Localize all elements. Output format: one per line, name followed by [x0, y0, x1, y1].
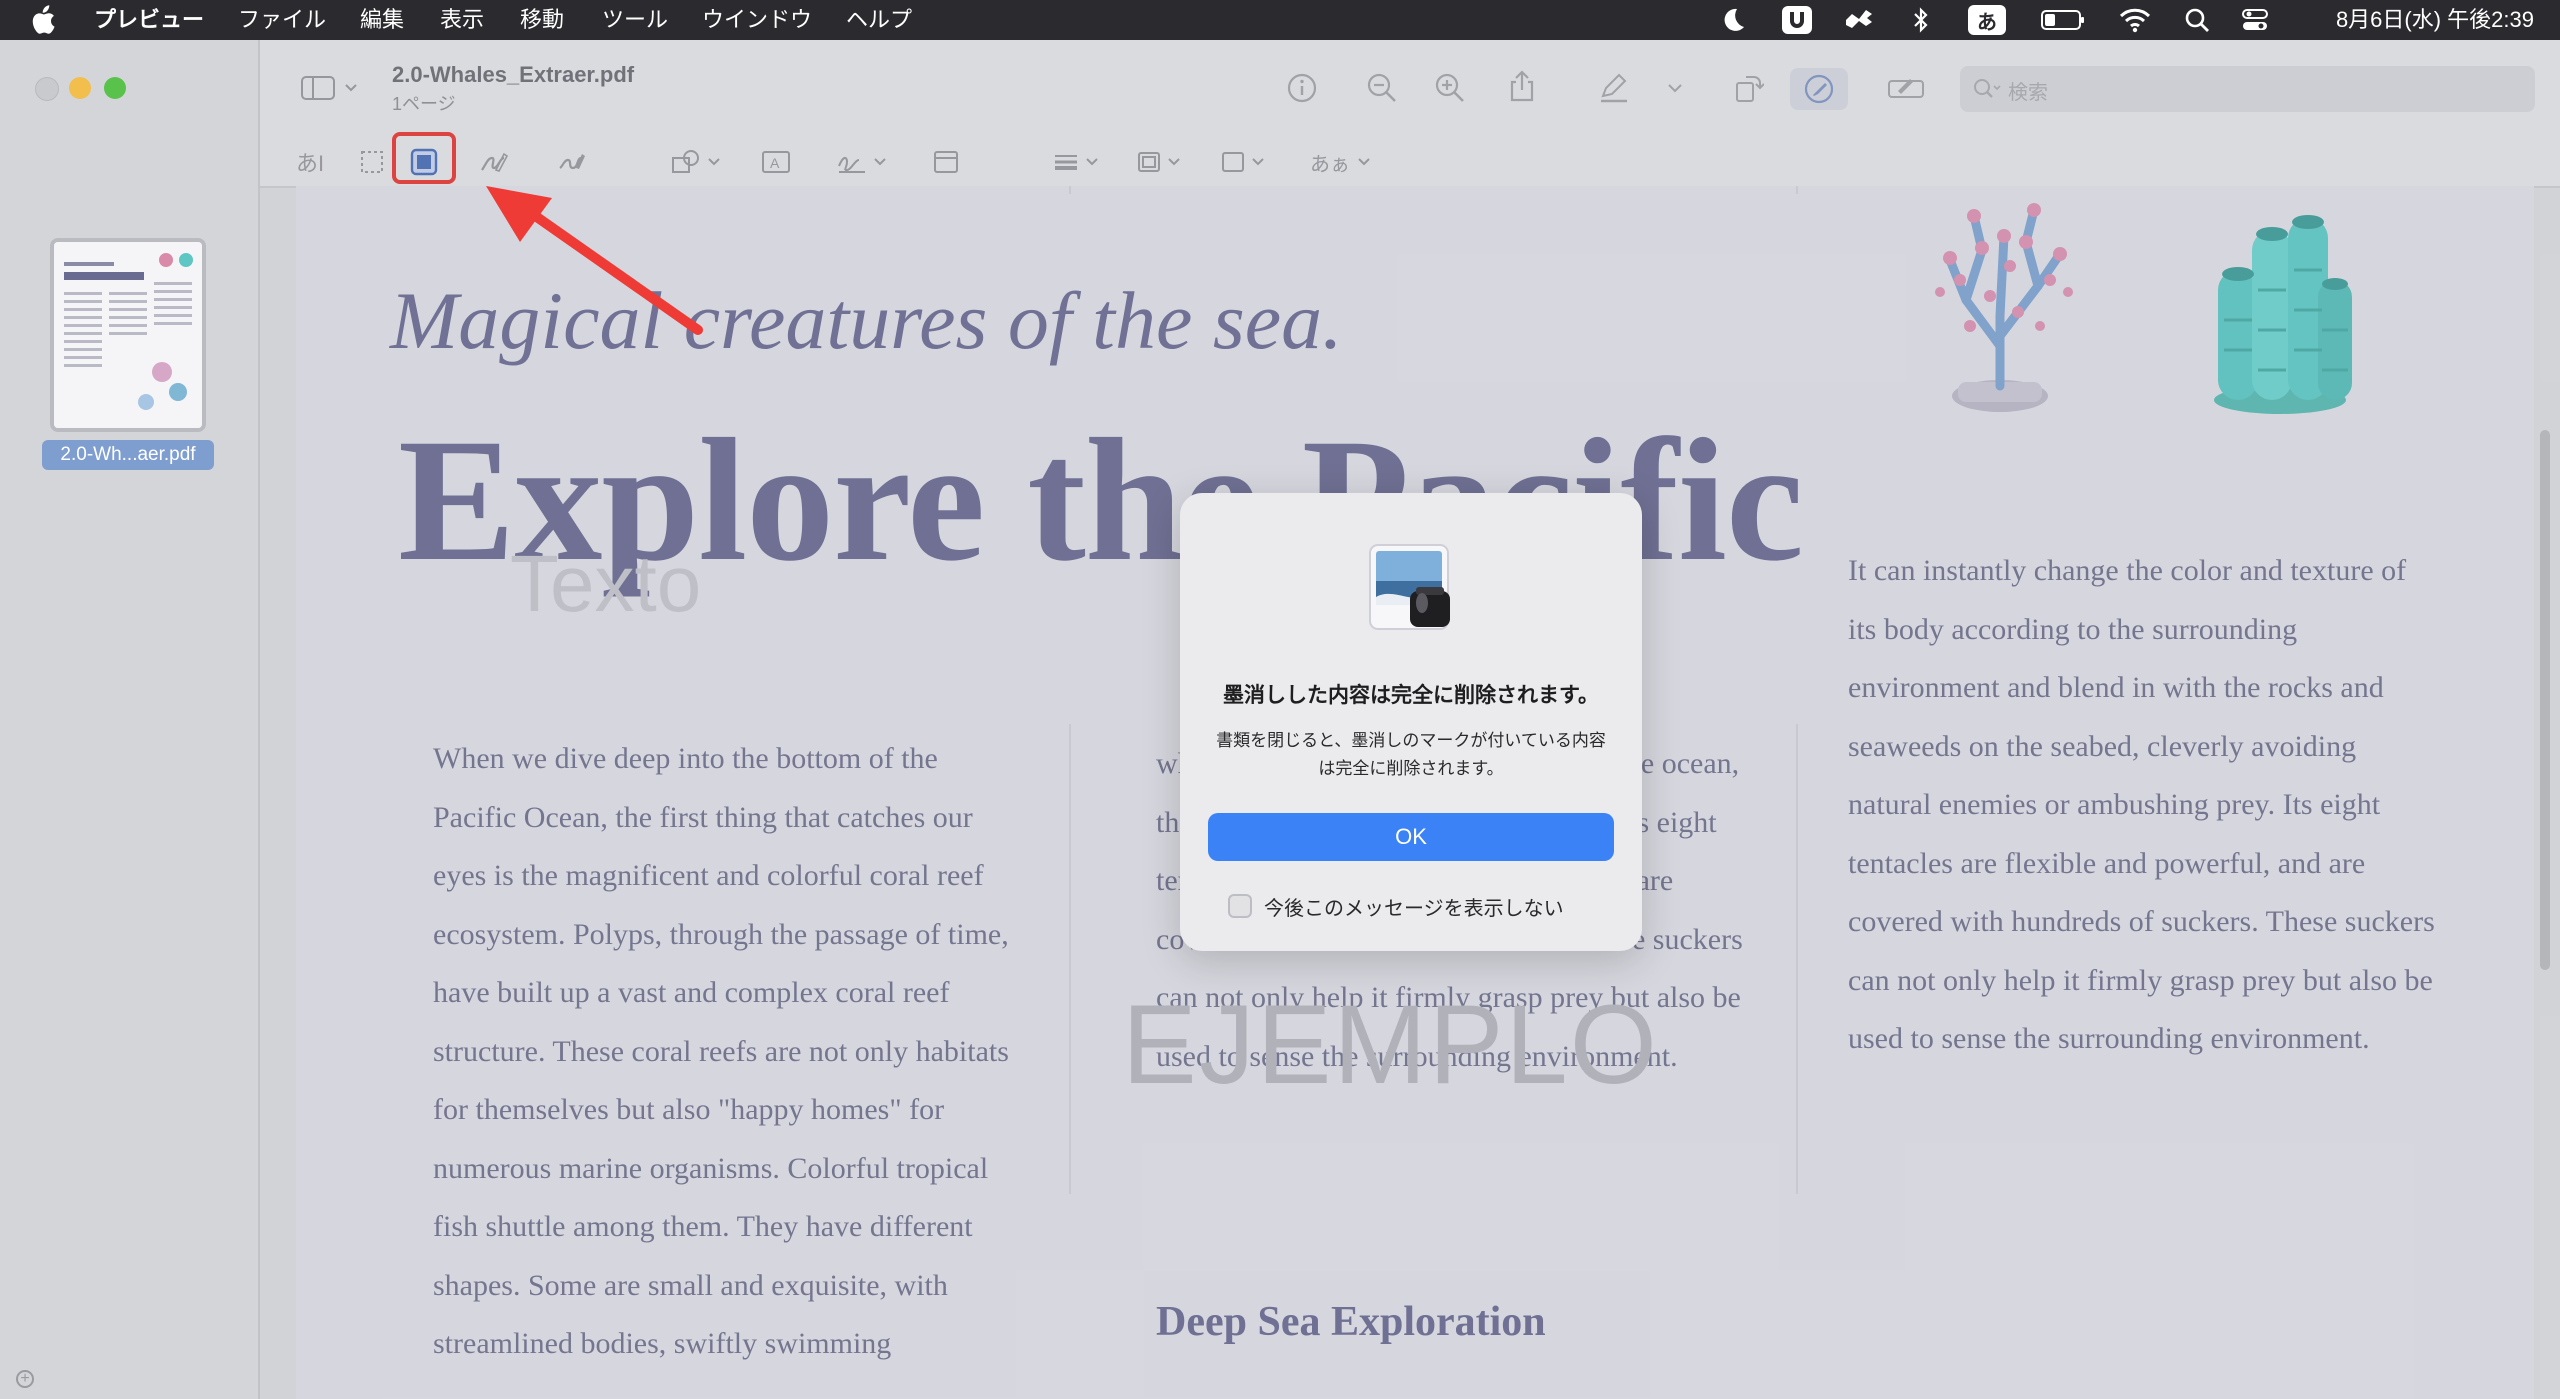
dont-show-again-checkbox[interactable] [1228, 894, 1252, 918]
dont-show-again-label[interactable]: 今後このメッセージを表示しない [1264, 892, 1564, 921]
tray-app-icon[interactable] [1842, 5, 1876, 35]
wifi-icon[interactable] [2118, 5, 2152, 35]
app-u-icon[interactable] [1780, 5, 1814, 35]
spotlight-search-icon[interactable] [2180, 5, 2214, 35]
menu-help[interactable]: ヘルプ [846, 4, 912, 36]
menu-tools[interactable]: ツール [602, 4, 668, 36]
menu-file[interactable]: ファイル [238, 4, 326, 36]
menu-view[interactable]: 表示 [440, 4, 484, 36]
ok-button[interactable]: OK [1208, 813, 1614, 861]
window-close-button[interactable] [35, 77, 59, 101]
thumbnail-label[interactable]: 2.0-Wh...aer.pdf [42, 440, 214, 470]
menu-go[interactable]: 移動 [520, 4, 564, 36]
redaction-alert-dialog: 墨消しした内容は完全に削除されます。 書類を閉じると、墨消しのマークが付いている… [1180, 493, 1642, 951]
menu-edit[interactable]: 編集 [360, 4, 404, 36]
moon-icon[interactable] [1716, 5, 1750, 35]
battery-icon[interactable] [2040, 5, 2086, 35]
window-minimize-button[interactable] [69, 77, 91, 99]
bluetooth-icon[interactable] [1904, 5, 1938, 35]
menubar-clock[interactable]: 8月6日(水) 午後2:39 [2336, 4, 2534, 36]
menu-window[interactable]: ウインドウ [702, 4, 812, 36]
page-thumbnail[interactable] [50, 238, 206, 432]
menu-app[interactable]: プレビュー [94, 4, 204, 36]
preview-app-icon [1364, 541, 1458, 635]
window-zoom-button[interactable] [104, 77, 126, 99]
menu-bar: プレビュー ファイル 編集 表示 移動 ツール ウインドウ ヘルプ あ 8月6日… [0, 0, 2560, 40]
apple-menu-icon[interactable] [28, 4, 58, 36]
annotation-arrow [470, 180, 730, 350]
input-mode-indicator[interactable]: あ [1968, 5, 2006, 35]
add-page-icon[interactable]: + [16, 1370, 34, 1388]
dialog-title: 墨消しした内容は完全に削除されます。 [1223, 684, 1599, 707]
control-center-icon[interactable] [2238, 5, 2272, 35]
dialog-message: 書類を閉じると、墨消しのマークが付いている内容は完全に削除されます。 [1216, 731, 1606, 778]
